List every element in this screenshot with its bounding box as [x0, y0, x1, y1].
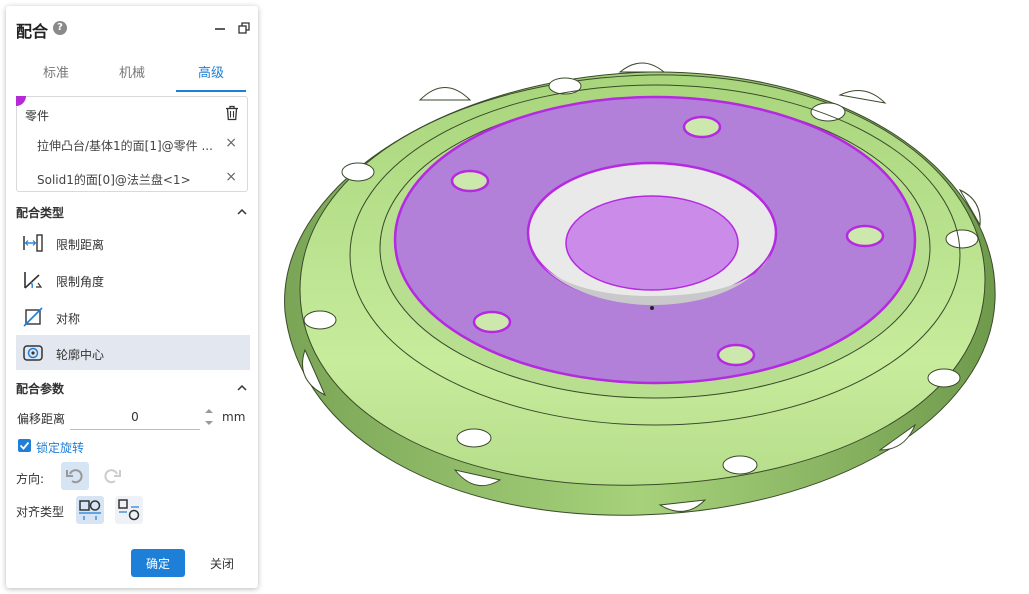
restore-window-icon[interactable]: [236, 20, 252, 36]
part-item-label: 拉伸凸台/基体1的面[1]@零件 ...: [37, 139, 213, 153]
mate-type-limit-distance[interactable]: 限制距离: [16, 225, 250, 260]
mate-params-heading: 配合参数: [16, 382, 65, 396]
chevron-up-icon[interactable]: [236, 382, 248, 394]
direction-label: 方向:: [16, 472, 45, 486]
align-anti-aligned-button[interactable]: [115, 496, 143, 524]
direction-ccw-button[interactable]: [61, 462, 89, 490]
minimize-icon[interactable]: [212, 20, 228, 36]
mate-type-profile-center[interactable]: 轮廓中心: [16, 335, 250, 370]
symmetric-icon: [23, 307, 43, 327]
mate-type-label: 限制距离: [56, 238, 105, 252]
mate-type-limit-angle[interactable]: 限制角度: [16, 262, 250, 297]
part-item: 拉伸凸台/基体1的面[1]@零件 ... ×: [37, 135, 237, 155]
lock-rotation-label[interactable]: 锁定旋转: [36, 439, 84, 456]
flange-part[interactable]: [284, 62, 996, 516]
align-aligned-icon: [79, 500, 101, 520]
align-aligned-button[interactable]: [76, 496, 104, 524]
align-anti-aligned-icon: [118, 499, 140, 521]
rotate-cw-icon: [104, 469, 121, 484]
offset-distance-label: 偏移距离: [17, 412, 66, 426]
remove-part-button[interactable]: ×: [225, 135, 237, 151]
help-icon[interactable]: ?: [53, 21, 67, 35]
selection-color-marker: [16, 96, 26, 106]
parts-selection-box[interactable]: 零件 拉伸凸台/基体1的面[1]@零件 ... × Solid1的面[0]@法兰…: [16, 96, 248, 192]
limit-angle-icon: [24, 272, 43, 289]
tab-bar: 标准 机械 高级: [16, 64, 250, 94]
part-item: Solid1的面[0]@法兰盘<1> ×: [37, 169, 237, 189]
inner-cylinder-face[interactable]: [565, 195, 739, 291]
ok-button[interactable]: 确定: [131, 549, 185, 577]
offset-stepper[interactable]: [204, 406, 214, 428]
mate-type-label: 限制角度: [56, 275, 105, 289]
mate-type-section-header[interactable]: 配合类型: [16, 202, 250, 222]
3d-viewport[interactable]: [262, 0, 1029, 594]
chevron-up-icon[interactable]: [236, 206, 248, 218]
tab-mechanical[interactable]: 机械: [97, 64, 167, 92]
tab-standard[interactable]: 标准: [21, 64, 91, 92]
mate-type-label: 轮廓中心: [56, 348, 105, 362]
parts-label: 零件: [25, 109, 50, 123]
remove-part-button[interactable]: ×: [225, 169, 237, 185]
direction-cw-button[interactable]: [98, 462, 126, 490]
mate-type-symmetric[interactable]: 对称: [16, 299, 250, 334]
rotate-ccw-icon: [66, 469, 83, 484]
profile-center-icon: [23, 345, 43, 361]
mate-panel: 配合 ? 标准 机械 高级 零件 拉伸凸台/基体1的面[1]@零件 ... × …: [6, 6, 258, 588]
offset-distance-input[interactable]: [70, 404, 200, 430]
check-icon: [19, 441, 30, 450]
mate-params-section-header[interactable]: 配合参数: [16, 378, 250, 398]
close-button[interactable]: 关闭: [198, 549, 246, 577]
mate-type-heading: 配合类型: [16, 206, 65, 220]
tab-advanced[interactable]: 高级: [176, 64, 246, 92]
lock-rotation-checkbox[interactable]: [18, 439, 31, 452]
panel-header: 配合 ?: [16, 18, 252, 41]
mate-type-label: 对称: [56, 312, 81, 326]
offset-unit: mm: [222, 410, 246, 424]
center-point: [650, 306, 654, 310]
trash-icon[interactable]: [225, 105, 239, 121]
align-type-label: 对齐类型: [16, 505, 65, 519]
panel-title: 配合: [16, 22, 49, 41]
part-item-label: Solid1的面[0]@法兰盘<1>: [37, 173, 191, 187]
limit-distance-icon: [23, 234, 43, 252]
